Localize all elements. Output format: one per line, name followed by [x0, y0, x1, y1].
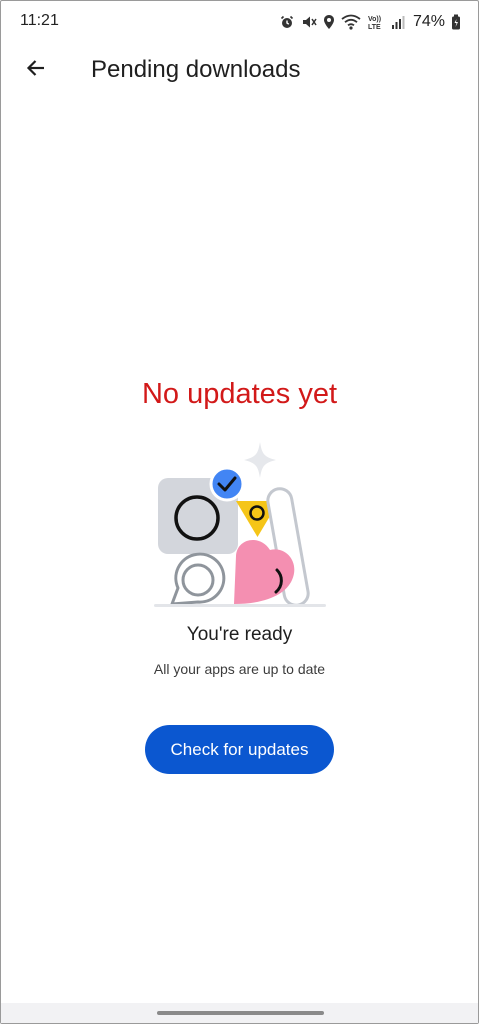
status-icons: Vo)) LTE 74% — [279, 10, 461, 34]
ready-subtitle: All your apps are up to date — [153, 661, 326, 677]
wifi-icon — [341, 14, 361, 30]
ground-line-shape — [154, 604, 326, 607]
sparkle-shape — [244, 442, 276, 478]
svg-text:Vo)): Vo)) — [368, 16, 381, 23]
alarm-icon — [279, 14, 295, 30]
app-bar: Pending downloads — [0, 44, 479, 96]
svg-text:LTE: LTE — [368, 24, 381, 30]
check-badge-shape — [209, 466, 245, 502]
battery-icon — [451, 14, 461, 30]
speech-bubble-shape — [170, 552, 226, 606]
arrow-left-icon — [24, 56, 48, 85]
status-time: 11:21 — [20, 12, 59, 29]
ready-title: You're ready — [186, 624, 293, 645]
battery-percent: 74% — [412, 13, 445, 30]
back-button[interactable] — [16, 50, 56, 90]
page-title: Pending downloads — [91, 56, 301, 83]
mute-icon — [301, 14, 317, 30]
signal-icon — [391, 14, 405, 30]
status-bar: 11:21 Vo)) LTE 74% — [0, 0, 479, 44]
check-for-updates-button[interactable]: Check for updates — [145, 725, 334, 774]
navigation-bar — [1, 1003, 478, 1023]
volte-icon: Vo)) LTE — [367, 14, 385, 30]
no-updates-headline: No updates yet — [141, 378, 338, 410]
apps-up-to-date-illustration — [148, 438, 332, 614]
gesture-handle[interactable] — [157, 1011, 324, 1015]
location-icon — [323, 14, 335, 30]
